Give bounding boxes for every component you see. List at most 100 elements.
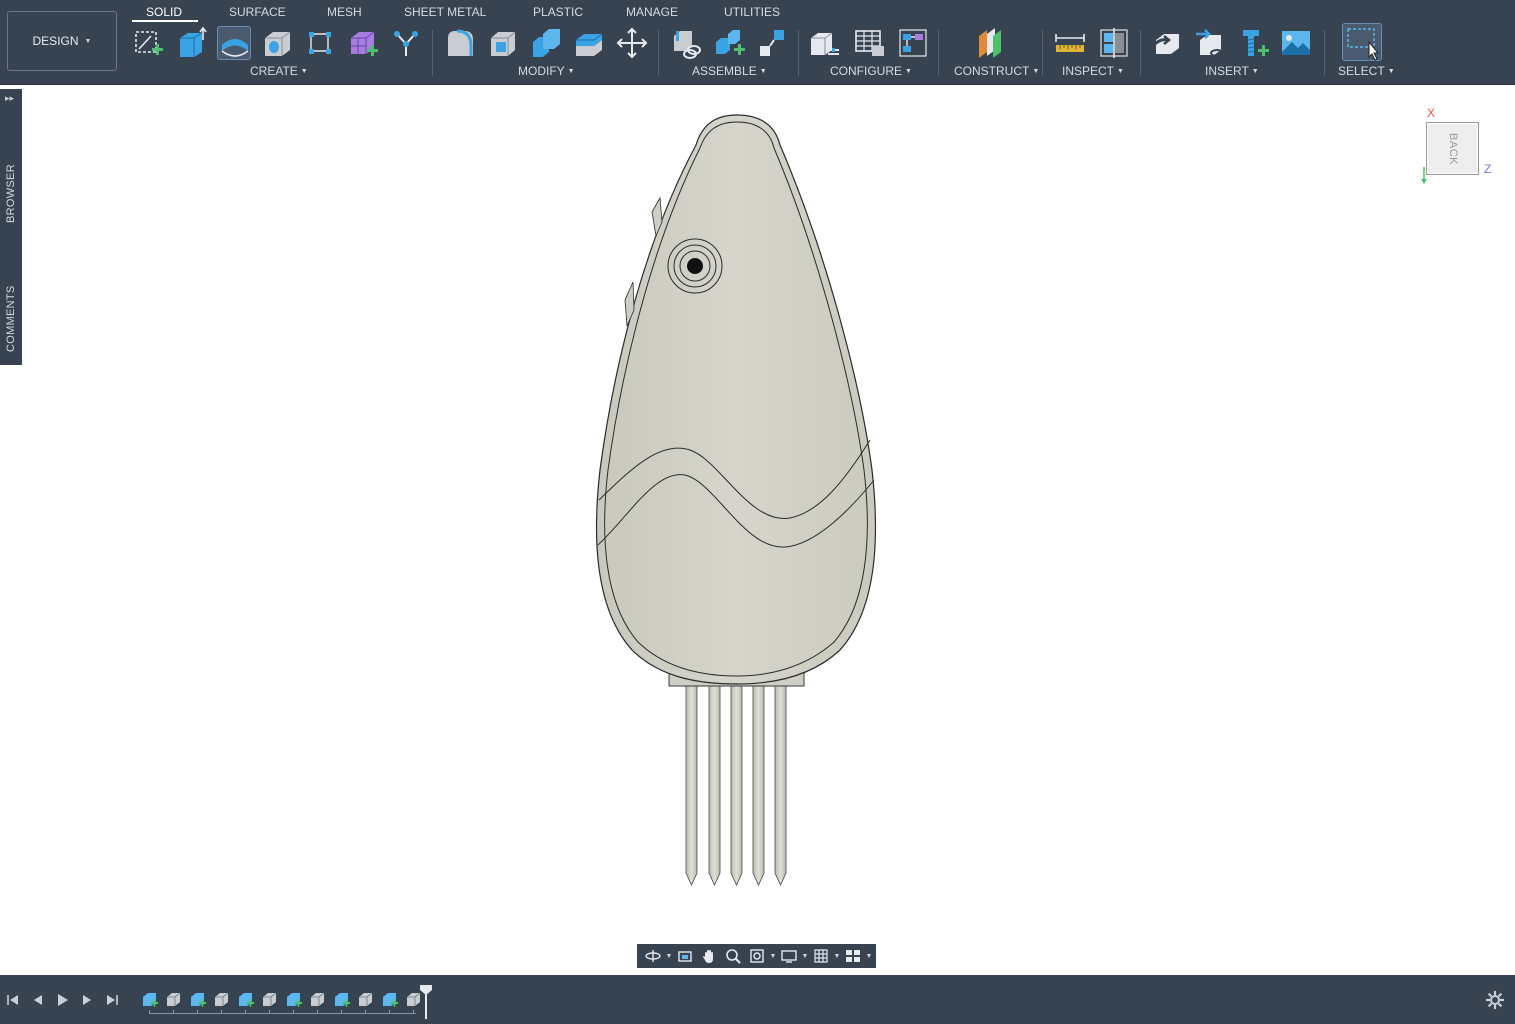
window-select-icon[interactable]	[1342, 23, 1382, 61]
timeline-sketch-icon[interactable]	[141, 991, 158, 1008]
shell-icon[interactable]	[486, 26, 520, 60]
display-settings-icon[interactable]	[777, 945, 801, 967]
chevron-down-icon: ▼	[905, 68, 912, 75]
insert-component-icon[interactable]	[1193, 26, 1227, 60]
browser-panel-tab[interactable]: BROWSER	[0, 159, 22, 229]
configuration-rules-icon[interactable]	[896, 26, 930, 60]
view-cube-face-back[interactable]: BACK	[1426, 122, 1479, 175]
section-analysis-icon[interactable]	[1097, 26, 1131, 60]
pan-icon[interactable]	[697, 945, 721, 967]
create-label: CREATE	[250, 64, 298, 78]
new-component-icon[interactable]	[713, 26, 747, 60]
joint-icon[interactable]	[670, 26, 704, 60]
insert-canvas-icon[interactable]	[1279, 26, 1313, 60]
timeline-tick	[389, 1010, 390, 1014]
extrude-icon[interactable]	[174, 26, 208, 60]
axis-x-label: X	[1427, 106, 1436, 120]
timeline-tick	[269, 1010, 270, 1014]
timeline-sketch-icon[interactable]	[285, 991, 302, 1008]
tab-sheet-metal[interactable]: SHEET METAL	[404, 4, 486, 22]
fit-icon[interactable]	[745, 945, 769, 967]
insert-mcmaster-icon[interactable]	[1237, 26, 1271, 60]
create-form-icon[interactable]	[346, 26, 380, 60]
create-sketch-icon[interactable]	[131, 26, 165, 60]
expand-panel-icon[interactable]: ▸▸	[5, 93, 14, 104]
assemble-label: ASSEMBLE	[692, 64, 757, 78]
workspace-label: DESIGN	[32, 34, 79, 48]
chevron-down-icon[interactable]: ▼	[769, 953, 777, 960]
timeline-tick	[149, 1010, 150, 1014]
view-cube[interactable]: X BACK Z	[1418, 105, 1498, 185]
timeline-body-icon[interactable]	[165, 991, 182, 1008]
grid-settings-icon[interactable]	[809, 945, 833, 967]
viewports-icon[interactable]	[841, 945, 865, 967]
chevron-down-icon[interactable]: ▼	[665, 953, 673, 960]
axis-z-label: Z	[1484, 162, 1492, 176]
create-menu[interactable]: CREATE ▼	[250, 64, 308, 78]
insert-menu[interactable]: INSERT ▼	[1205, 64, 1259, 78]
step-forward-icon[interactable]	[78, 991, 96, 1009]
chevron-down-icon: ▼	[300, 68, 308, 75]
timeline-body-icon[interactable]	[213, 991, 230, 1008]
chevron-down-icon[interactable]: ▼	[801, 953, 809, 960]
configure-model-icon[interactable]	[808, 26, 842, 60]
timeline-sketch-icon[interactable]	[237, 991, 254, 1008]
go-to-end-icon[interactable]	[103, 991, 121, 1009]
construct-label: CONSTRUCT	[954, 64, 1030, 78]
hole-icon[interactable]	[260, 26, 294, 60]
select-menu[interactable]: SELECT ▼	[1338, 64, 1395, 78]
tab-plastic[interactable]: PLASTIC	[533, 4, 583, 22]
assemble-menu[interactable]: ASSEMBLE ▼	[692, 64, 767, 78]
modify-menu[interactable]: MODIFY ▼	[518, 64, 575, 78]
revolve-icon[interactable]	[217, 26, 251, 60]
inspect-menu[interactable]: INSPECT ▼	[1062, 64, 1124, 78]
offset-plane-icon[interactable]	[974, 26, 1008, 60]
model-render[interactable]	[22, 86, 1515, 975]
timeline-body-icon[interactable]	[261, 991, 278, 1008]
move-copy-icon[interactable]	[615, 26, 649, 60]
timeline-marker[interactable]	[420, 985, 432, 1019]
step-back-icon[interactable]	[29, 991, 47, 1009]
toolbar-divider	[938, 30, 939, 76]
workspace-switcher-button[interactable]: DESIGN ▼	[7, 11, 117, 71]
look-at-icon[interactable]	[673, 945, 697, 967]
as-built-joint-icon[interactable]	[756, 26, 790, 60]
offset-face-icon[interactable]	[572, 26, 606, 60]
play-icon[interactable]	[53, 991, 71, 1009]
chevron-down-icon[interactable]: ▼	[833, 953, 841, 960]
timeline-sketch-icon[interactable]	[381, 991, 398, 1008]
fillet-icon[interactable]	[443, 26, 477, 60]
tab-manage[interactable]: MANAGE	[626, 4, 678, 22]
gear-icon[interactable]	[1485, 990, 1505, 1010]
derive-icon[interactable]	[389, 26, 423, 60]
tab-surface[interactable]: SURFACE	[229, 4, 286, 22]
orbit-icon[interactable]	[641, 945, 665, 967]
timeline-body-icon[interactable]	[357, 991, 374, 1008]
zoom-icon[interactable]	[721, 945, 745, 967]
construct-menu[interactable]: CONSTRUCT ▼	[954, 64, 1039, 78]
select-label: SELECT	[1338, 64, 1385, 78]
combine-icon[interactable]	[529, 26, 563, 60]
timeline-tick	[413, 1010, 414, 1014]
timeline-tick	[245, 1010, 246, 1014]
rectangular-pattern-icon[interactable]	[303, 26, 337, 60]
timeline	[0, 975, 1515, 1024]
canvas-viewport[interactable]	[22, 86, 1515, 975]
comments-panel-tab[interactable]: COMMENTS	[0, 279, 22, 359]
tab-mesh[interactable]: MESH	[327, 4, 362, 22]
chevron-down-icon: ▼	[1387, 68, 1395, 75]
timeline-sketch-icon[interactable]	[189, 991, 206, 1008]
measure-icon[interactable]	[1053, 26, 1087, 60]
toolbar-divider	[1324, 30, 1325, 76]
configure-menu[interactable]: CONFIGURE ▼	[830, 64, 912, 78]
insert-derive-icon[interactable]	[1150, 26, 1184, 60]
tab-utilities[interactable]: UTILITIES	[724, 4, 780, 22]
toolbar-divider	[1042, 30, 1043, 76]
timeline-sketch-icon[interactable]	[333, 991, 350, 1008]
configuration-table-icon[interactable]	[852, 26, 886, 60]
timeline-body-icon[interactable]	[309, 991, 326, 1008]
chevron-down-icon[interactable]: ▼	[865, 953, 873, 960]
chevron-down-icon: ▼	[1032, 68, 1040, 75]
chevron-down-icon: ▼	[1251, 68, 1259, 75]
go-to-start-icon[interactable]	[4, 991, 22, 1009]
